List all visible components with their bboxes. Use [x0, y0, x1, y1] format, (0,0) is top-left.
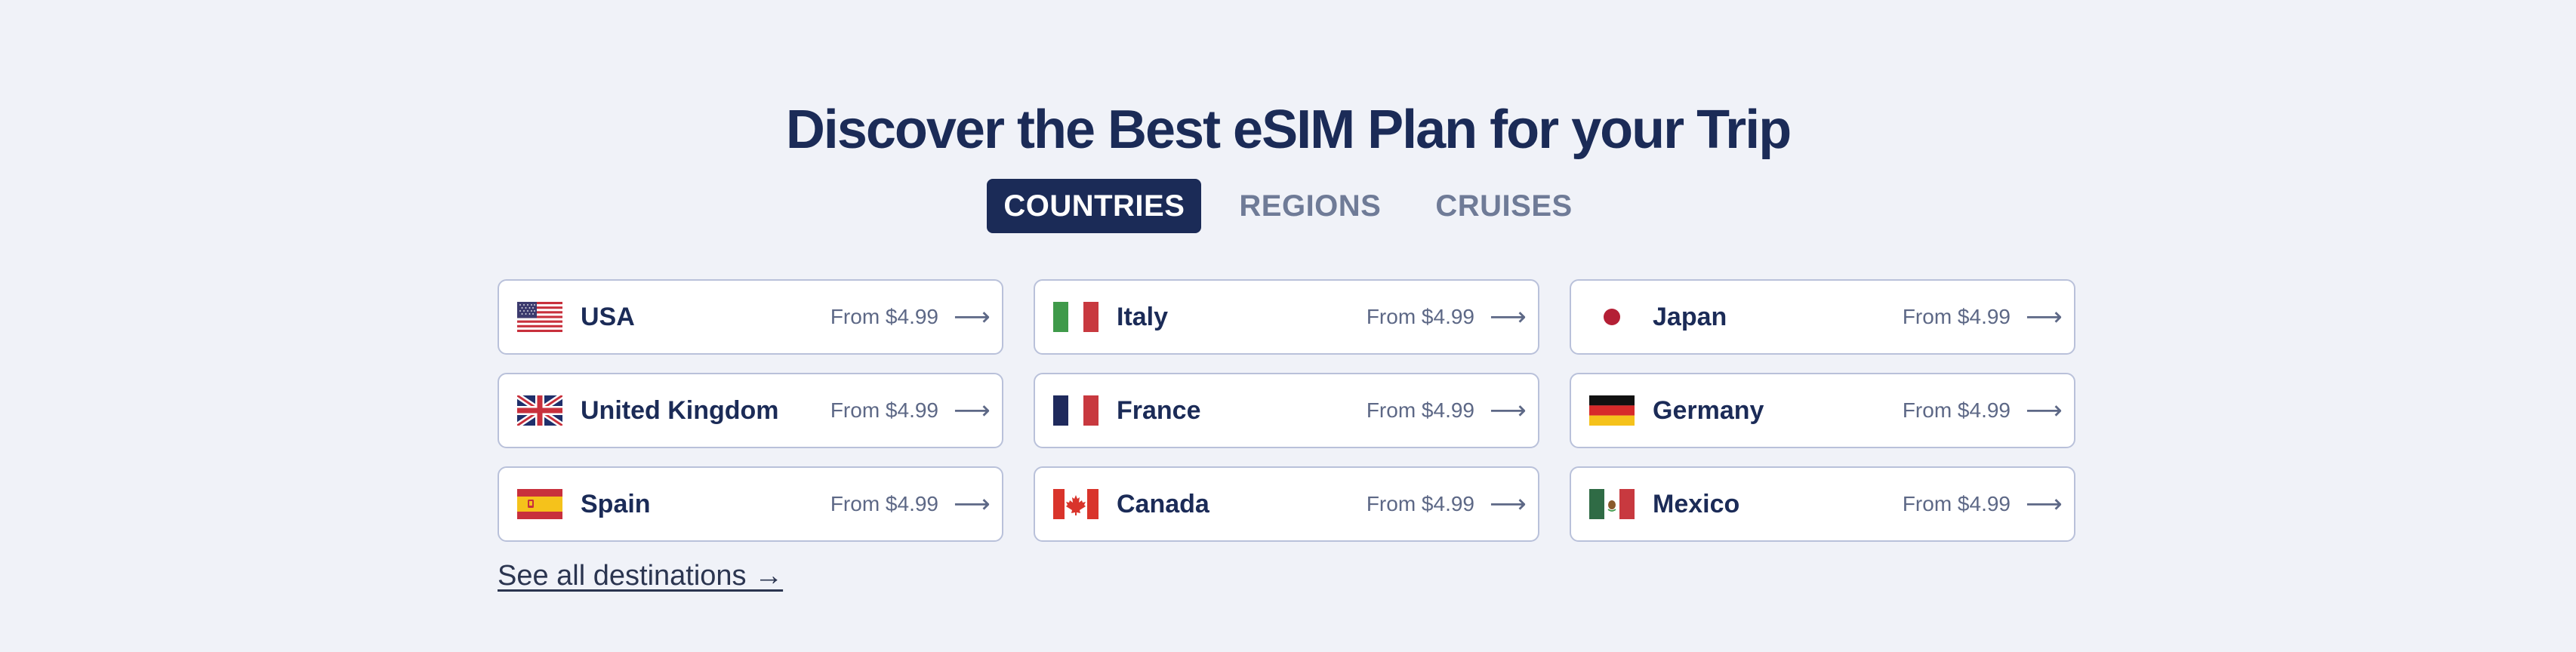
arrow-right-icon: ⟶: [954, 396, 991, 425]
arrow-right-icon: ⟶: [2026, 303, 2063, 331]
arrow-right-icon: ⟶: [1490, 396, 1527, 425]
destination-price: From $4.99: [1902, 305, 2011, 328]
tab-cruises[interactable]: CRUISES: [1419, 179, 1588, 233]
destination-price: From $4.99: [1366, 492, 1474, 515]
tab-regions[interactable]: REGIONS: [1222, 179, 1397, 233]
destination-card-united-kingdom[interactable]: United Kingdom From $4.99 ⟶: [498, 373, 1003, 448]
destination-name: Spain: [581, 489, 651, 518]
france-flag-icon: [1053, 395, 1098, 426]
destination-name: Japan: [1653, 302, 1727, 331]
destination-price: From $4.99: [830, 492, 938, 515]
destination-price: From $4.99: [1366, 398, 1474, 422]
destination-card-germany[interactable]: Germany From $4.99 ⟶: [1570, 373, 2075, 448]
destination-card-usa[interactable]: USA From $4.99 ⟶: [498, 279, 1003, 355]
japan-flag-icon: [1589, 302, 1635, 332]
destination-card-italy[interactable]: Italy From $4.99 ⟶: [1034, 279, 1539, 355]
destination-card-france[interactable]: France From $4.99 ⟶: [1034, 373, 1539, 448]
usa-flag-icon: [517, 302, 562, 332]
see-all-destinations-link[interactable]: See all destinations →: [498, 560, 783, 592]
destination-price: From $4.99: [830, 305, 938, 328]
italy-flag-icon: [1053, 302, 1098, 332]
destination-price: From $4.99: [1902, 492, 2011, 515]
spain-flag-icon: [517, 489, 562, 519]
destination-price: From $4.99: [830, 398, 938, 422]
arrow-right-icon: ⟶: [2026, 490, 2063, 518]
destination-name: Canada: [1117, 489, 1209, 518]
destination-name: France: [1117, 395, 1201, 425]
destination-card-japan[interactable]: Japan From $4.99 ⟶: [1570, 279, 2075, 355]
uk-flag-icon: [517, 395, 562, 426]
destination-name: United Kingdom: [581, 395, 779, 425]
destination-tabs: COUNTRIES REGIONS CRUISES: [0, 179, 2576, 233]
destination-name: Mexico: [1653, 489, 1740, 518]
mexico-flag-icon: [1589, 489, 1635, 519]
destination-grid: USA From $4.99 ⟶ Italy From $4.99 ⟶ Japa…: [498, 279, 2075, 542]
tab-countries[interactable]: COUNTRIES: [987, 179, 1202, 233]
destination-name: USA: [581, 302, 635, 331]
arrow-right-icon: ⟶: [954, 490, 991, 518]
canada-flag-icon: [1053, 489, 1098, 519]
destination-card-spain[interactable]: Spain From $4.99 ⟶: [498, 466, 1003, 542]
destination-card-canada[interactable]: Canada From $4.99 ⟶: [1034, 466, 1539, 542]
arrow-right-icon: ⟶: [1490, 303, 1527, 331]
destination-name: Germany: [1653, 395, 1764, 425]
section-title: Discover the Best eSIM Plan for your Tri…: [785, 100, 1792, 161]
arrow-right-icon: ⟶: [2026, 396, 2063, 425]
destination-card-mexico[interactable]: Mexico From $4.99 ⟶: [1570, 466, 2075, 542]
esim-destinations-section: Discover the Best eSIM Plan for your Tri…: [0, 0, 2576, 652]
destination-name: Italy: [1117, 302, 1169, 331]
destination-price: From $4.99: [1366, 305, 1474, 328]
arrow-right-icon: ⟶: [954, 303, 991, 331]
arrow-right-icon: ⟶: [1490, 490, 1527, 518]
destination-price: From $4.99: [1902, 398, 2011, 422]
germany-flag-icon: [1589, 395, 1635, 426]
